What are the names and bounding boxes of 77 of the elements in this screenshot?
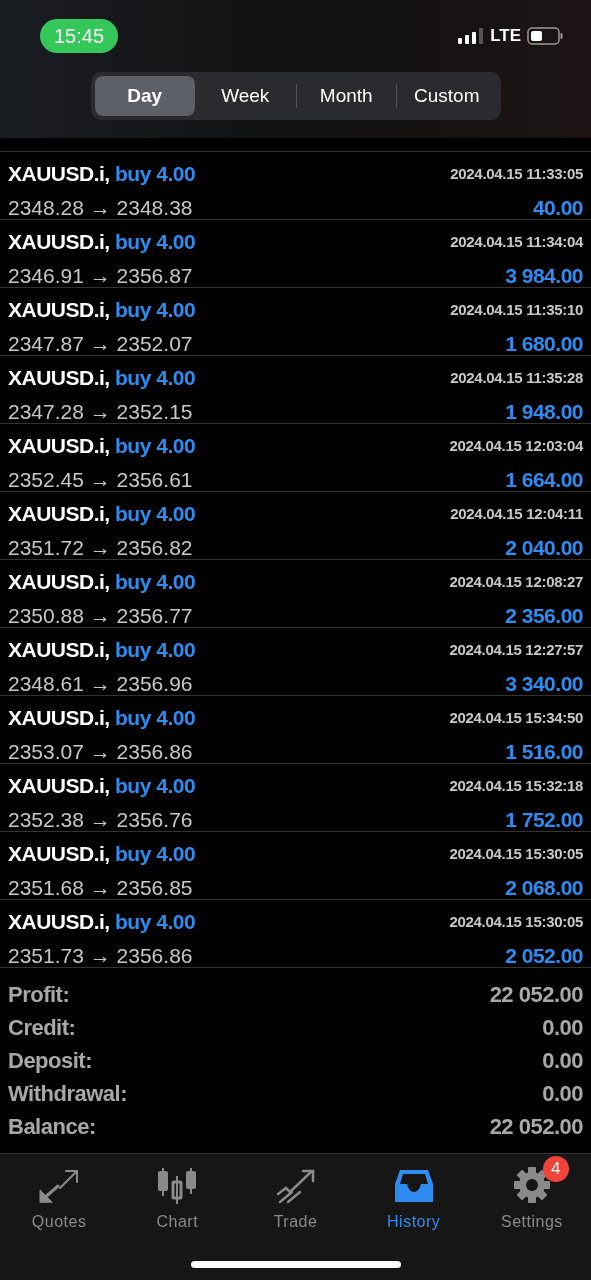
network-label: LTE — [490, 25, 521, 48]
inbox-icon — [393, 1168, 434, 1204]
deal-profit: 2 052.00 — [505, 942, 583, 969]
deal-prices: 2351.73 → 2356.86 — [8, 942, 193, 969]
deal-profit: 1 680.00 — [505, 330, 583, 357]
deal-profit: 3 340.00 — [505, 670, 583, 697]
deal-time: 2024.04.15 15:30:05 — [449, 911, 583, 932]
deal-profit: 2 068.00 — [505, 874, 583, 901]
period-tab[interactable]: Week — [195, 76, 296, 116]
deal-profit: 1 664.00 — [505, 466, 583, 493]
battery-icon — [527, 27, 563, 45]
deal-title: XAUUSD.i, buy 4.00 — [8, 501, 196, 527]
deal-time: 2024.04.15 12:27:57 — [449, 639, 583, 660]
period-tab[interactable]: Custom — [397, 76, 497, 116]
deal-prices: 2348.61 → 2356.96 — [8, 670, 193, 697]
deal-time: 2024.04.15 11:34:04 — [450, 231, 583, 252]
deal-title: XAUUSD.i, buy 4.00 — [8, 161, 196, 187]
deal-profit: 1 752.00 — [505, 806, 583, 833]
deal-time: 2024.04.15 15:32:18 — [449, 775, 583, 796]
deal-title: XAUUSD.i, buy 4.00 — [8, 365, 196, 391]
deal-title: XAUUSD.i, buy 4.00 — [8, 297, 196, 323]
deal-time: 2024.04.15 12:03:04 — [449, 435, 583, 456]
deal-title: XAUUSD.i, buy 4.00 — [8, 909, 196, 935]
tab-bar-item[interactable]: Trade — [236, 1156, 355, 1234]
summary-value: 0.00 — [542, 1013, 583, 1042]
candlestick-icon — [157, 1166, 198, 1204]
deal-time: 2024.04.15 12:04:11 — [450, 503, 583, 524]
deal-time: 2024.04.15 15:34:50 — [449, 707, 583, 728]
deal-time: 2024.04.15 11:35:28 — [450, 367, 583, 388]
deal-prices: 2350.88 → 2356.77 — [8, 602, 193, 629]
summary-label: Credit: — [8, 1013, 76, 1042]
summary-label: Profit: — [8, 980, 70, 1009]
deal-prices: 2352.38 → 2356.76 — [8, 806, 193, 833]
summary-label: Balance: — [8, 1112, 96, 1141]
summary-label: Deposit: — [8, 1046, 92, 1075]
summary-value: 0.00 — [542, 1079, 583, 1108]
signal-icon — [458, 28, 485, 44]
deal-title: XAUUSD.i, buy 4.00 — [8, 637, 196, 663]
deal-profit: 40.00 — [532, 194, 583, 221]
deal-time: 2024.04.15 12:08:27 — [449, 571, 583, 592]
deal-title: XAUUSD.i, buy 4.00 — [8, 705, 196, 731]
deal-title: XAUUSD.i, buy 4.00 — [8, 773, 196, 799]
deal-profit: 3 984.00 — [505, 262, 583, 289]
deal-prices: 2347.28 → 2352.15 — [8, 398, 193, 425]
deal-profit: 1 516.00 — [505, 738, 583, 765]
notification-badge: 4 — [542, 1156, 569, 1182]
deal-profit: 1 948.00 — [505, 398, 583, 425]
deal-prices: 2348.28 → 2348.38 — [8, 194, 193, 221]
tab-bar-item[interactable]: Settings 4 — [472, 1156, 591, 1234]
deal-profit: 2 040.00 — [505, 534, 583, 561]
settings-icon — [512, 1166, 551, 1204]
summary-value: 22 052.00 — [489, 1112, 583, 1141]
deal-prices: 2351.68 → 2356.85 — [8, 874, 193, 901]
period-tab[interactable]: Day — [94, 76, 195, 116]
summary-value: 22 052.00 — [489, 980, 583, 1009]
deal-prices: 2347.87 → 2352.07 — [8, 330, 193, 357]
trend-arrow-icon — [275, 1168, 316, 1204]
tab-bar-item[interactable]: Chart — [118, 1156, 237, 1234]
deal-prices: 2352.45 → 2356.61 — [8, 466, 193, 493]
deal-title: XAUUSD.i, buy 4.00 — [8, 433, 196, 459]
tab-bar-item[interactable]: Quotes — [0, 1156, 119, 1234]
deal-profit: 2 356.00 — [505, 602, 583, 629]
deal-time: 2024.04.15 11:33:05 — [450, 163, 583, 184]
deal-title: XAUUSD.i, buy 4.00 — [8, 841, 196, 867]
summary-value: 0.00 — [542, 1046, 583, 1075]
deal-time: 2024.04.15 11:35:10 — [450, 299, 583, 320]
deal-prices: 2346.91 → 2356.87 — [8, 262, 193, 289]
tab-bar-item[interactable]: History — [354, 1156, 473, 1234]
deal-time: 2024.04.15 15:30:05 — [449, 843, 583, 864]
double-arrow-icon — [38, 1168, 81, 1204]
summary-label: Withdrawal: — [8, 1079, 127, 1108]
deal-title: XAUUSD.i, buy 4.00 — [8, 229, 196, 255]
status-time: 15:45 — [40, 19, 119, 53]
period-tab[interactable]: Month — [296, 76, 396, 116]
deal-title: XAUUSD.i, buy 4.00 — [8, 569, 196, 595]
deal-prices: 2351.72 → 2356.82 — [8, 534, 193, 561]
deal-prices: 2353.07 → 2356.86 — [8, 738, 193, 765]
